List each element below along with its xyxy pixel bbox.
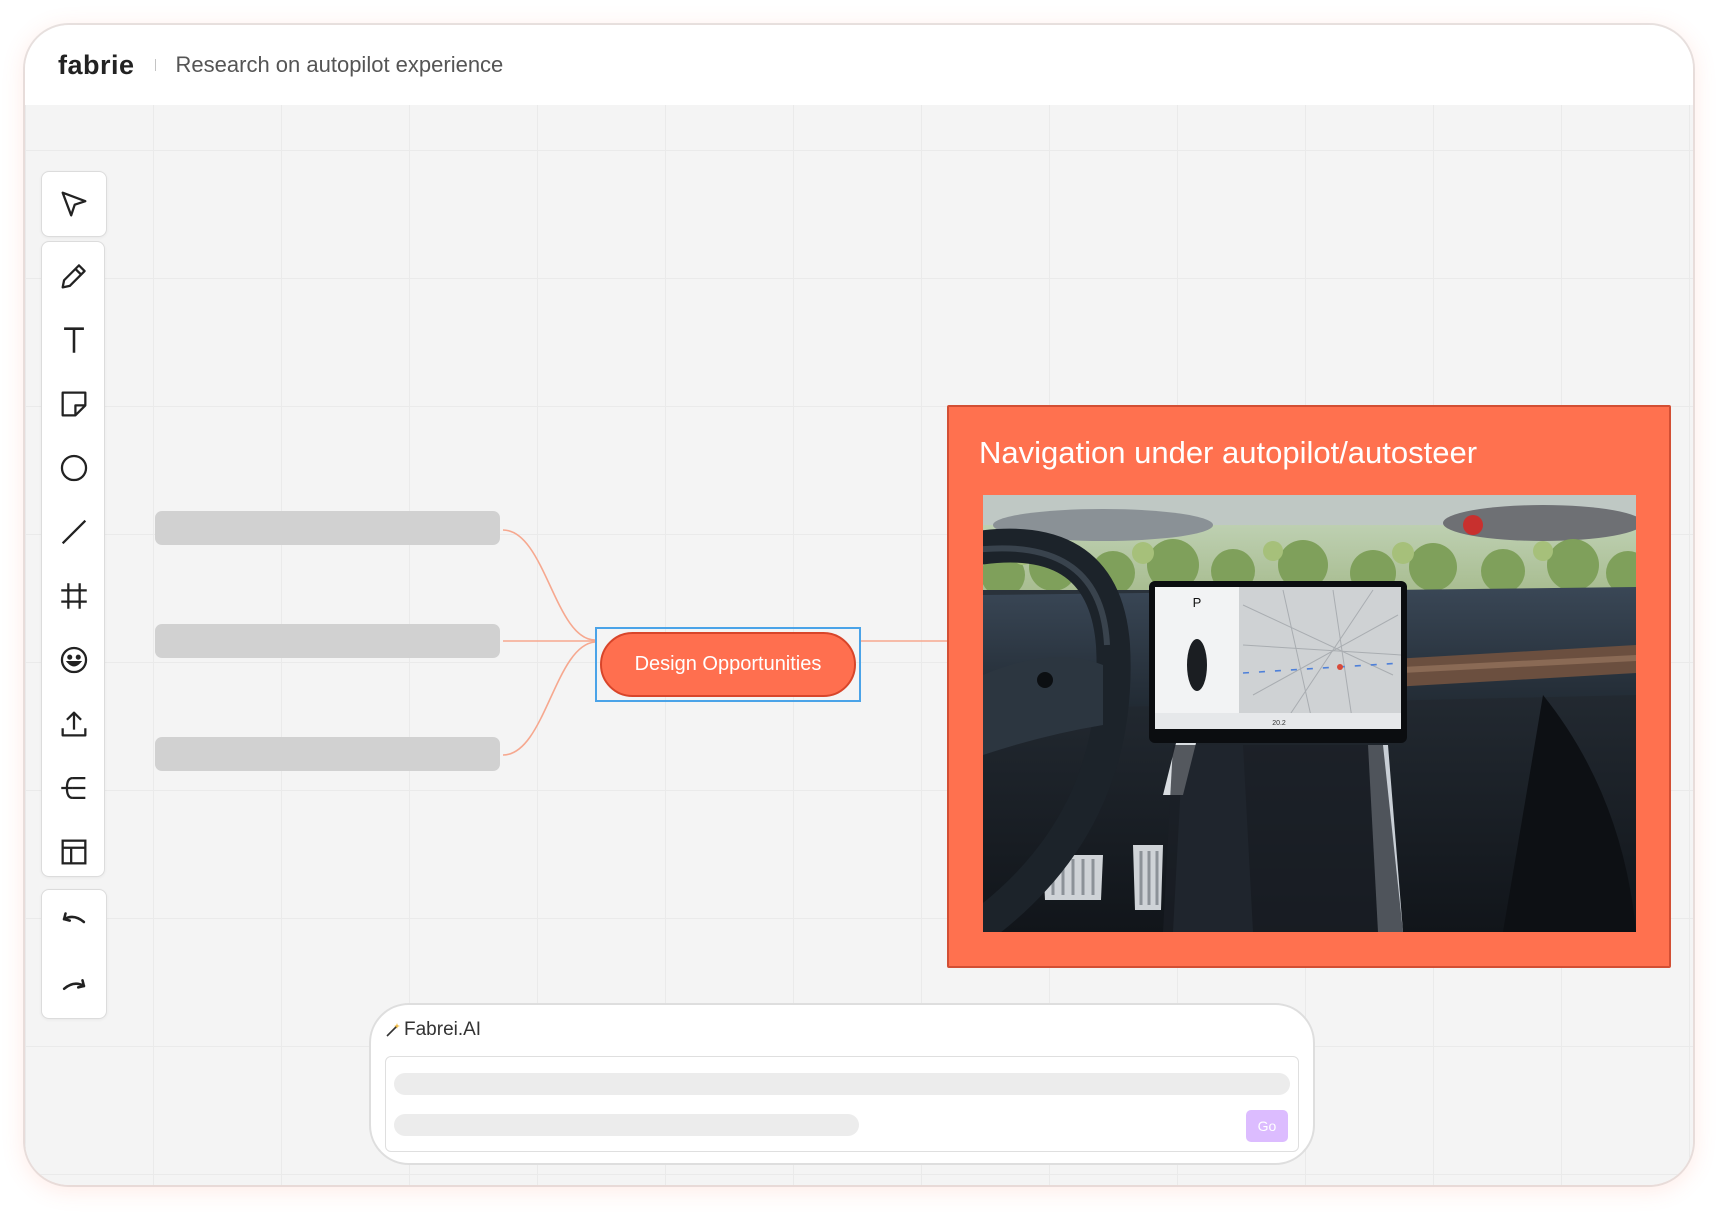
mindmap-branch-1[interactable] [155,511,500,545]
image-card[interactable]: Navigation under autopilot/autosteer P 2… [947,405,1671,968]
app-logo[interactable]: fabrie [58,50,135,81]
document-title[interactable]: Research on autopilot experience [176,52,504,78]
whiteboard-canvas[interactable]: Design Opportunities Navigation under au… [25,105,1693,1185]
ai-prompt-line-1 [394,1073,1290,1095]
mindmap-branch-3[interactable] [155,737,500,771]
app-window: fabrie Research on autopilot experience [25,25,1693,1185]
go-button[interactable]: Go [1246,1110,1288,1142]
svg-text:P: P [1193,595,1202,610]
ai-panel-title: Fabrei.AI [404,1019,482,1040]
ai-assistant-panel: Fabrei.AI Go [369,1003,1315,1165]
ai-panel-header: Fabrei.AI [385,1019,481,1041]
center-node-label: Design Opportunities [634,653,822,675]
ai-prompt-input[interactable]: Go [385,1056,1299,1152]
car-dashboard-photo[interactable]: P 20.2 [983,495,1636,932]
mindmap-center-selected[interactable]: Design Opportunities [595,627,861,702]
dashboard-illustration: P 20.2 [983,495,1636,932]
ai-prompt-line-2 [394,1114,859,1136]
magic-wand-icon [386,1023,400,1037]
mindmap-branch-2[interactable] [155,624,500,658]
card-title: Navigation under autopilot/autosteer [979,435,1478,470]
header-divider [154,59,156,71]
svg-text:20.2: 20.2 [1272,720,1286,727]
mindmap-center-node[interactable]: Design Opportunities [600,632,856,697]
top-header: fabrie Research on autopilot experience [25,25,1693,106]
